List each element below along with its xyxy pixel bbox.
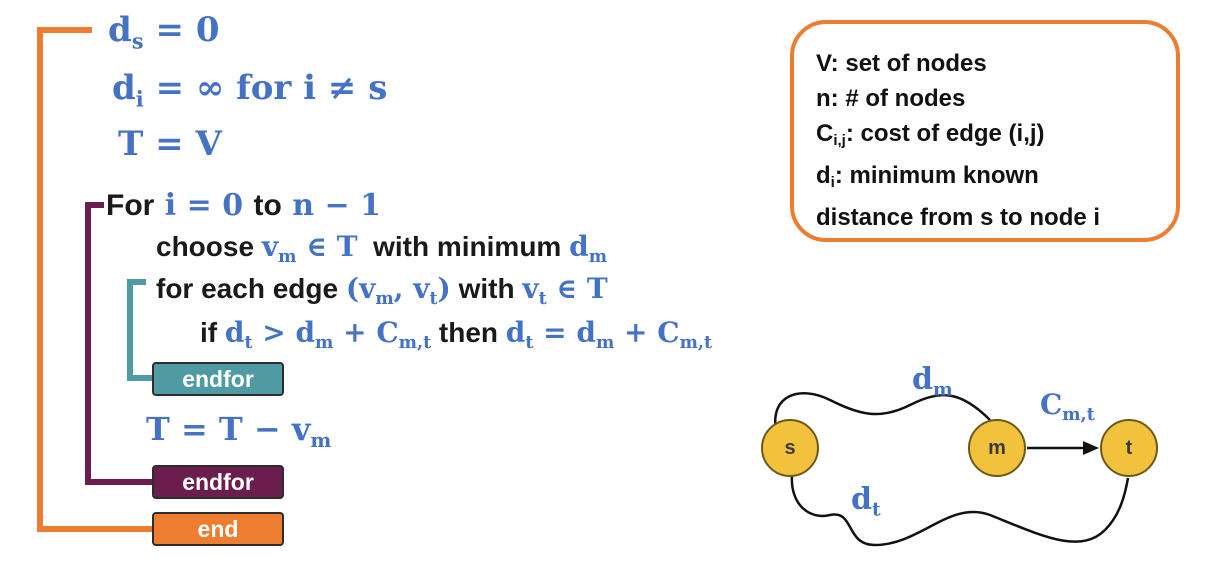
- cmt-arrowhead: [1083, 441, 1099, 455]
- cmt-label: Cm,t: [1040, 388, 1095, 426]
- legend-line-d: di: minimum known: [816, 161, 1039, 191]
- dm-label: dm: [912, 362, 953, 401]
- outer-endfor-badge: endfor: [152, 465, 284, 499]
- legend-line-v: V: set of nodes: [816, 50, 987, 77]
- t-update: T = T − vm: [146, 410, 332, 452]
- for-line: For i = 0 to n − 1: [106, 188, 381, 223]
- if-line: if dt > dm + Cm,t then dt = dm + Cm,t: [200, 316, 712, 354]
- teal-bracket: [127, 279, 152, 381]
- legend-box: V: set of nodes n: # of nodes Ci,j: cost…: [790, 20, 1180, 242]
- dt-path: [790, 474, 1130, 547]
- node-t: t: [1100, 419, 1158, 477]
- ds-init: ds = 0: [108, 10, 220, 54]
- dt-label: dt: [851, 482, 881, 521]
- purple-bracket: [85, 202, 152, 485]
- node-s: s: [761, 419, 819, 477]
- choose-line: choose vm ∈ T with minimum dm: [156, 230, 608, 268]
- end-badge: end: [152, 512, 284, 546]
- legend-line-c: Ci,j: cost of edge (i,j): [816, 120, 1045, 149]
- t-init: T = V: [118, 124, 222, 164]
- inner-endfor-badge: endfor: [152, 362, 284, 396]
- legend-line-n: n: # of nodes: [816, 85, 966, 112]
- node-m: m: [968, 419, 1026, 477]
- di-init: di = ∞ for i ≠ s: [112, 68, 388, 112]
- legend-line-distance: distance from s to node i: [816, 203, 1101, 231]
- foreach-line: for each edge (vm, vt) with vt ∈ T: [156, 272, 608, 310]
